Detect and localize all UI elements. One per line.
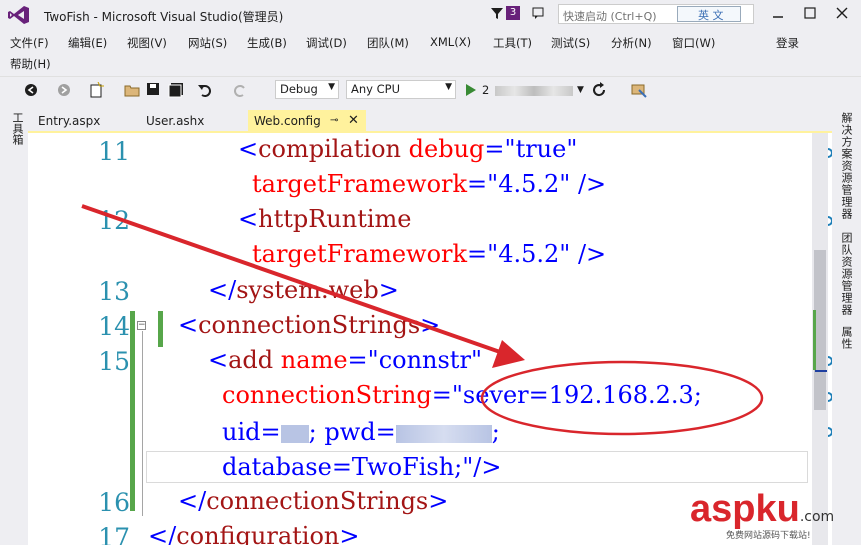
annotation-ellipse	[480, 360, 764, 436]
annotation-arrow-head	[492, 340, 525, 368]
annotation-arrow-line	[81, 204, 501, 354]
watermark-suffix: .com	[799, 509, 835, 525]
watermark-text: aspku	[690, 488, 800, 530]
annotation-overlay	[81, 204, 764, 436]
watermark-logo: aspku.com 免费网站源码下载站!	[690, 488, 835, 541]
watermark-subtext: 免费网站源码下载站!	[726, 531, 811, 541]
